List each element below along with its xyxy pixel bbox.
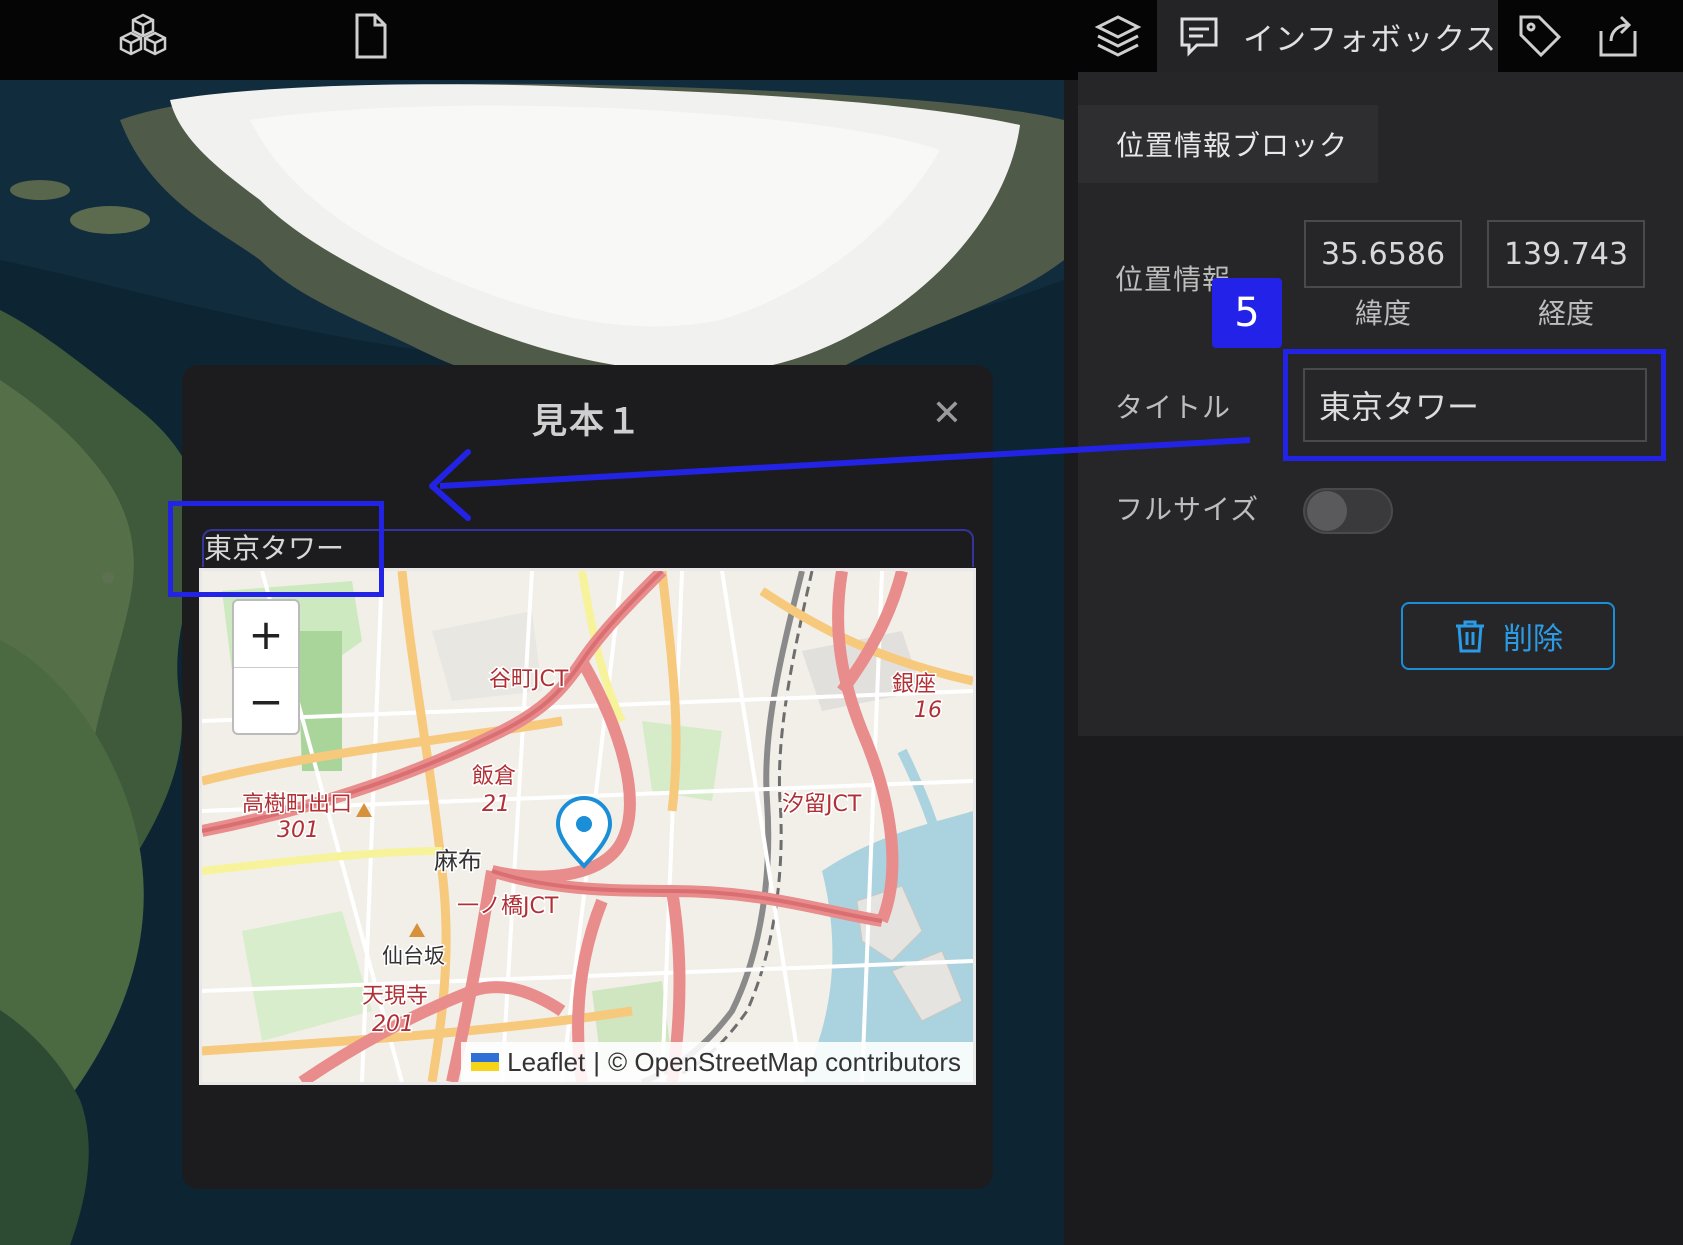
panel-empty-area	[1078, 736, 1683, 1245]
osm-link[interactable]: © OpenStreetMap contributors	[608, 1047, 961, 1078]
infobox-icon	[1180, 17, 1218, 57]
layers-icon[interactable]	[1088, 6, 1148, 66]
zoom-control: + −	[232, 599, 300, 735]
step-badge: 5	[1212, 278, 1282, 348]
top-toolbar: インフォボックス	[0, 0, 1683, 80]
map-label-azabu: 麻布	[434, 847, 482, 875]
zoom-out-button[interactable]: −	[234, 668, 298, 734]
map-label-ichinohashi: 一ノ橋JCT	[457, 894, 559, 919]
trash-icon	[1456, 620, 1484, 653]
highlight-title-input	[1283, 349, 1666, 461]
toggle-knob	[1307, 491, 1347, 531]
title-label: タイトル	[1115, 391, 1232, 424]
latitude-caption: 緯度	[1354, 297, 1411, 330]
map-label-tengenji: 天現寺	[362, 984, 428, 1009]
fullsize-toggle[interactable]	[1303, 488, 1393, 534]
delete-label: 削除	[1503, 622, 1563, 657]
map-attribution: Leaflet | © OpenStreetMap contributors	[461, 1042, 973, 1082]
map-label-takagi: 高樹町出口	[242, 792, 352, 817]
attribution-separator: |	[593, 1046, 600, 1077]
fullsize-label: フルサイズ	[1115, 493, 1260, 526]
longitude-caption: 経度	[1537, 297, 1594, 330]
tab-infobox-label: インフォボックス	[1243, 21, 1498, 58]
longitude-field[interactable]: 139.743	[1487, 220, 1645, 288]
leaflet-link[interactable]: Leaflet	[507, 1047, 585, 1078]
street-map-tiles: 谷町JCT 飯倉 21 高樹町出口 301 一ノ橋JCT 天現寺 201 銀座 …	[202, 571, 973, 1082]
tag-icon[interactable]	[1510, 6, 1570, 66]
map-label-tanimachi: 谷町JCT	[489, 667, 569, 692]
map-label-tengenji-num: 201	[372, 1012, 414, 1037]
map-label-iikura: 飯倉	[472, 764, 516, 789]
infobox-popup: 見本１ ✕ 東京タワー 谷町JCT 飯倉 21 高樹町出口 301 一ノ橋JCT…	[182, 365, 993, 1189]
latitude-field[interactable]: 35.6586	[1304, 220, 1462, 288]
map-label-iikura-num: 21	[482, 792, 510, 817]
leaflet-map[interactable]: 谷町JCT 飯倉 21 高樹町出口 301 一ノ橋JCT 天現寺 201 銀座 …	[199, 568, 976, 1085]
ukraine-flag-icon	[471, 1053, 500, 1071]
map-label-ginza-num: 16	[914, 698, 942, 723]
tab-location-block[interactable]: 位置情報ブロック	[1078, 105, 1378, 183]
tab-infobox[interactable]: インフォボックス	[1157, 0, 1498, 72]
cubes-icon[interactable]	[113, 6, 173, 66]
map-label-sendaizaka: 仙台坂	[382, 944, 445, 968]
export-icon[interactable]	[1588, 6, 1648, 66]
highlight-popup-title	[168, 501, 384, 597]
delete-button[interactable]: 削除	[1401, 602, 1615, 670]
tab-location-block-label: 位置情報ブロック	[1116, 129, 1349, 162]
map-label-takagi-num: 301	[277, 818, 319, 843]
map-label-shiodome: 汐留JCT	[782, 792, 862, 817]
close-icon[interactable]: ✕	[927, 393, 967, 434]
map-label-ginza: 銀座	[892, 672, 936, 697]
popup-title: 見本１	[531, 402, 643, 442]
file-icon[interactable]	[340, 6, 400, 66]
zoom-in-button[interactable]: +	[234, 601, 298, 668]
